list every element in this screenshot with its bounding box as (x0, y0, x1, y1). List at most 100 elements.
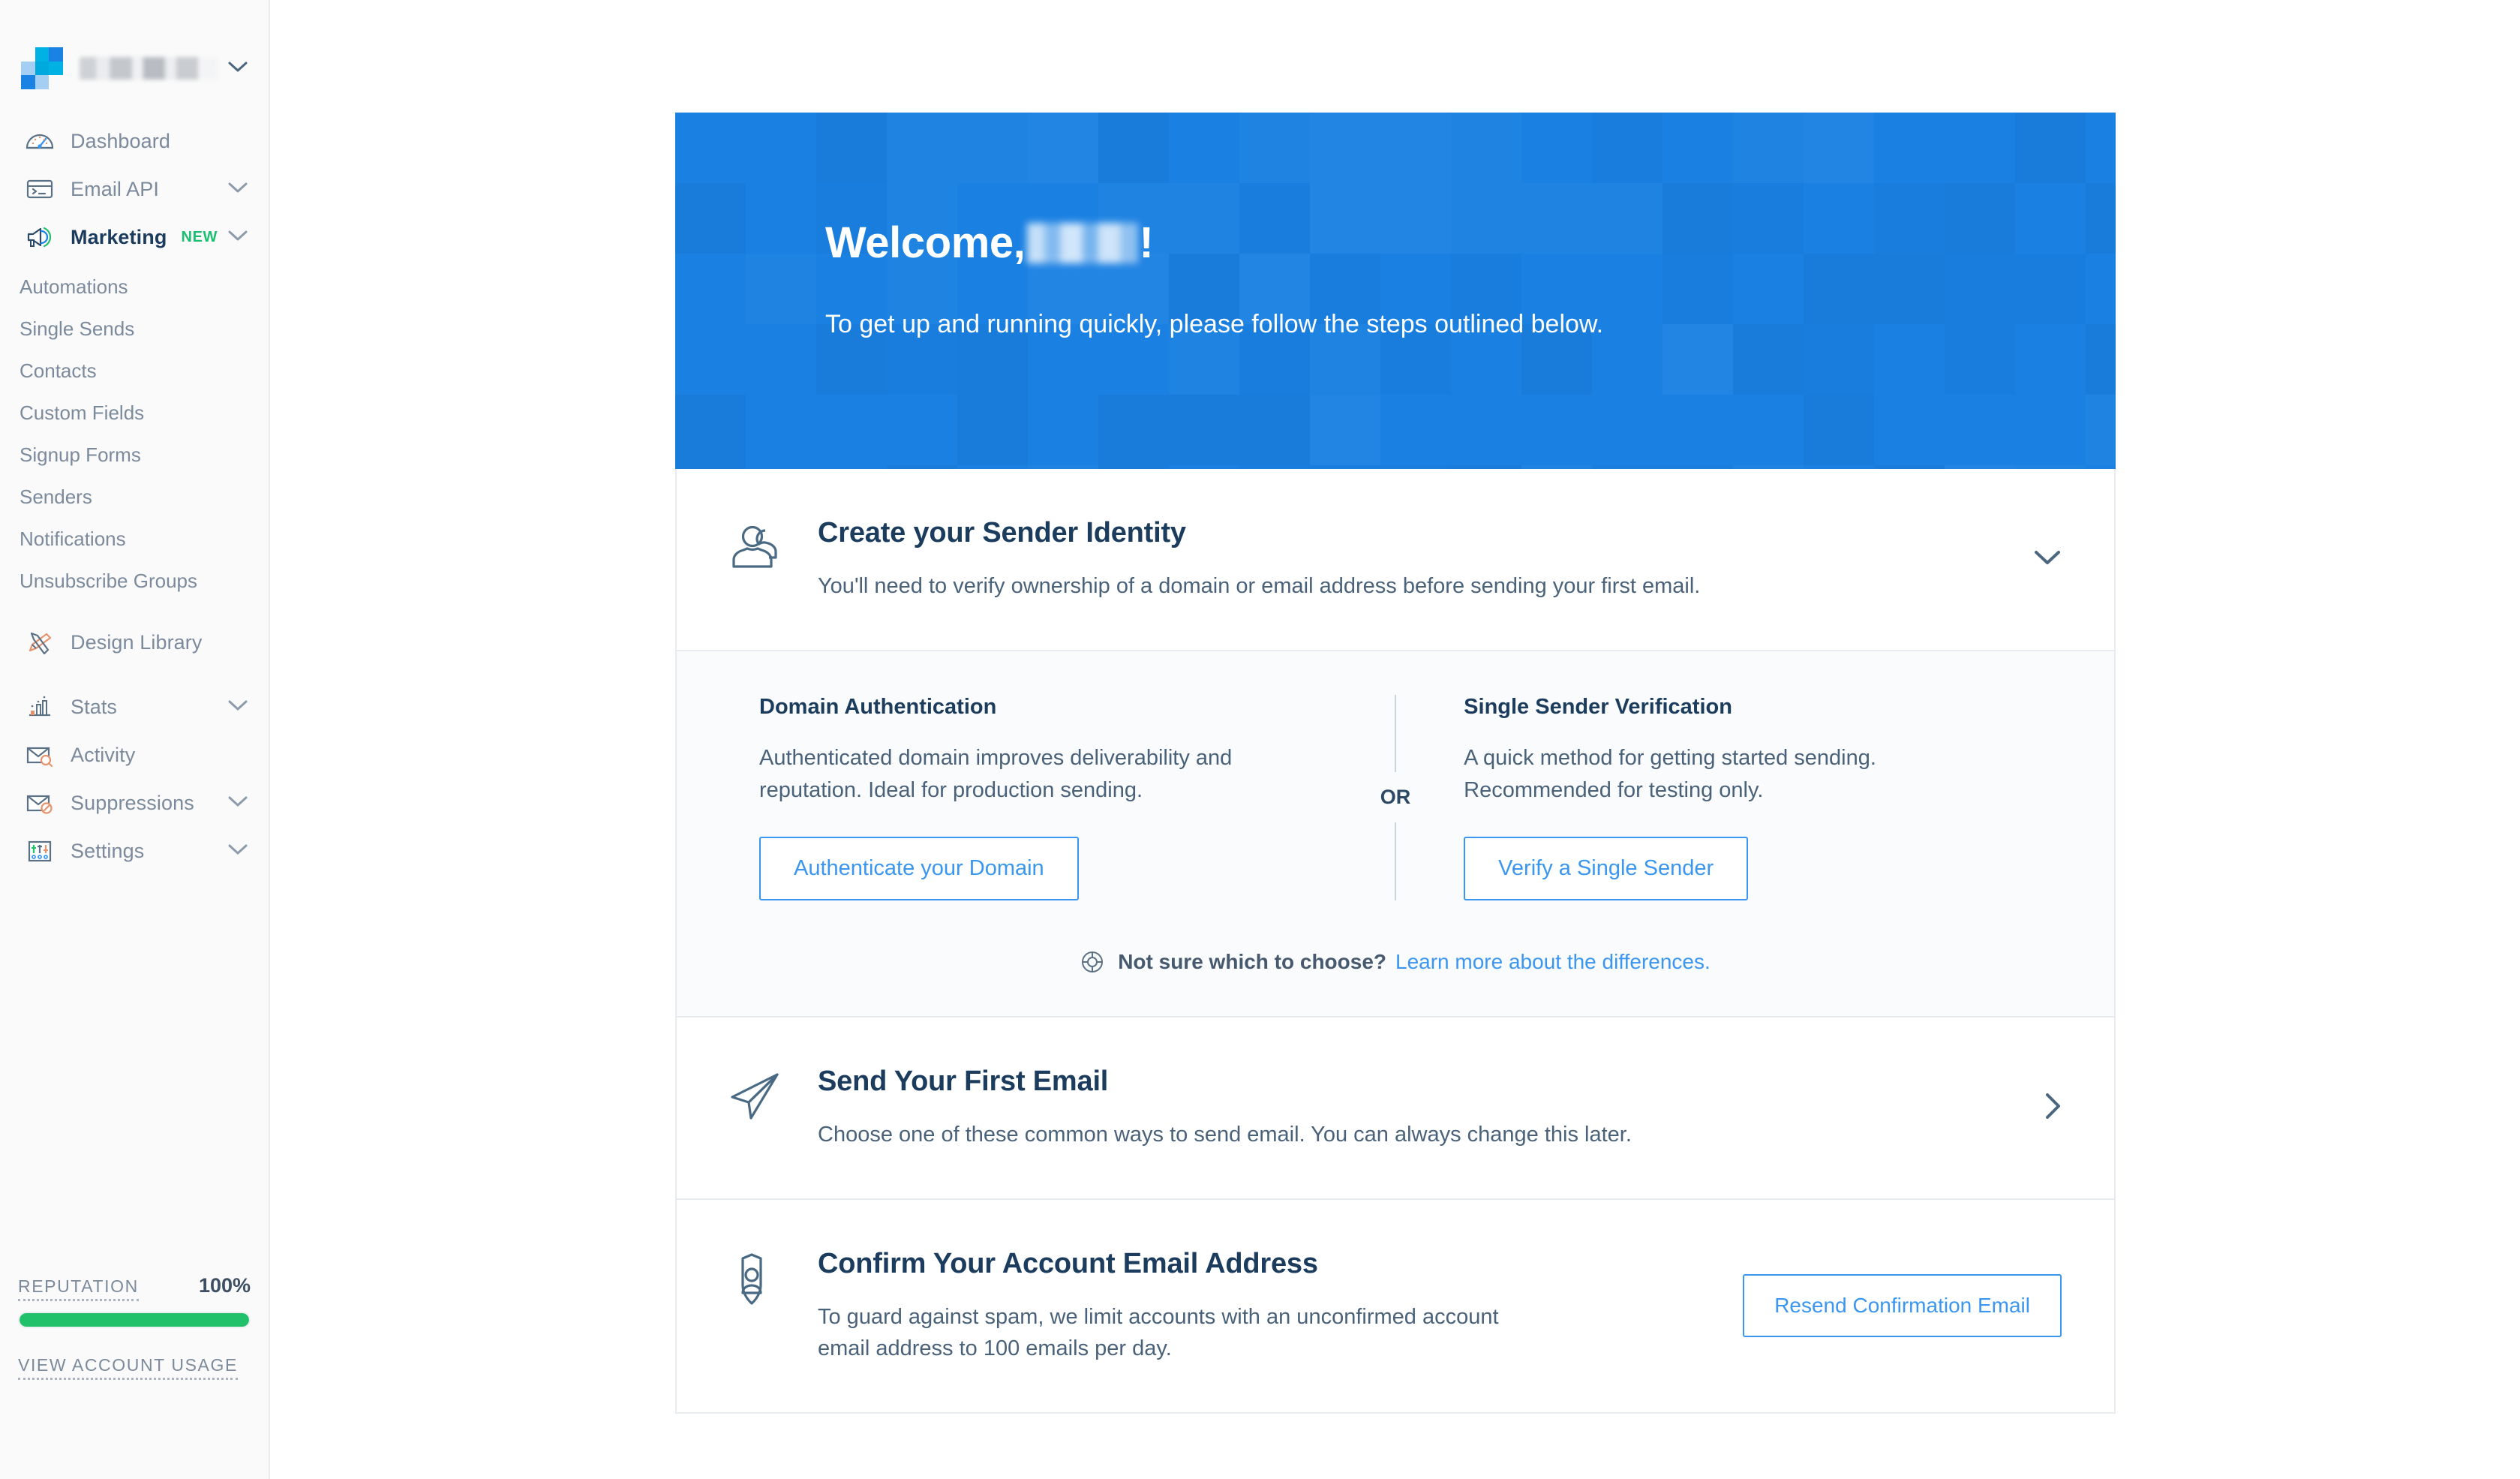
reputation-value: 100% (198, 1274, 251, 1297)
card-sender-identity: Create your Sender Identity You'll need … (675, 469, 2116, 652)
paper-plane-icon (726, 1066, 789, 1129)
confirm-email-header: Confirm Your Account Email Address To gu… (677, 1200, 2114, 1412)
reputation-progress-bar (18, 1312, 251, 1328)
confirm-email-action: Resend Confirmation Email (1713, 1274, 2062, 1338)
send-first-email-text: Send Your First Email Choose one of thes… (818, 1066, 2014, 1150)
sidebar-item-settings[interactable]: Settings (0, 827, 269, 875)
welcome-heading: Welcome, ! (825, 218, 2116, 268)
megaphone-icon (23, 220, 57, 254)
verify-single-sender-button[interactable]: Verify a Single Sender (1464, 836, 1749, 900)
authenticate-domain-button[interactable]: Authenticate your Domain (759, 836, 1079, 900)
sidebar-item-design-library[interactable]: Design Library (0, 618, 269, 666)
chevron-down-icon[interactable] (228, 61, 248, 77)
gauge-icon (23, 124, 57, 158)
sidebar-item-label: Dashboard (71, 129, 170, 152)
chevron-down-icon[interactable] (218, 843, 248, 859)
learn-more-link[interactable]: Learn more about the differences. (1395, 950, 1711, 974)
terminal-icon (23, 172, 57, 206)
welcome-banner: Welcome, ! To get up and running quickly… (675, 113, 2116, 469)
card-confirm-account-email: Confirm Your Account Email Address To gu… (675, 1199, 2116, 1414)
sidebar-subitem-signup-forms[interactable]: Signup Forms (0, 434, 269, 476)
sidebar-item-label: Settings (71, 839, 145, 862)
new-badge: NEW (181, 228, 218, 245)
card-send-first-email: Send Your First Email Choose one of thes… (675, 1017, 2116, 1200)
sidebar-subitem-single-sends[interactable]: Single Sends (0, 308, 269, 350)
send-first-email-header[interactable]: Send Your First Email Choose one of thes… (677, 1018, 2114, 1198)
confirm-email-text: Confirm Your Account Email Address To gu… (818, 1248, 1713, 1364)
divider-line-bottom (1394, 822, 1396, 900)
onboarding-container: Welcome, ! To get up and running quickly… (675, 0, 2116, 1414)
reputation-row: REPUTATION 100% (18, 1274, 251, 1301)
sidebar-subitem-unsubscribe-groups[interactable]: Unsubscribe Groups (0, 560, 269, 602)
account-name-redacted (80, 57, 218, 80)
user-name-redacted (1026, 222, 1138, 263)
sidebar-item-label: Activity (71, 743, 136, 766)
sender-identity-options: Domain Authentication Authenticated doma… (677, 695, 2114, 900)
sidebar-item-marketing[interactable]: Marketing NEW (0, 213, 269, 261)
sender-identity-text: Create your Sender Identity You'll need … (818, 517, 2003, 602)
option-domain-authentication: Domain Authentication Authenticated doma… (759, 695, 1327, 900)
card-description: You'll need to verify ownership of a dom… (818, 574, 1701, 598)
sidebar-subitem-senders[interactable]: Senders (0, 476, 269, 518)
option-body: Authenticated domain improves deliverabi… (759, 746, 1233, 802)
shield-person-icon (726, 1248, 789, 1318)
lifebuoy-icon (1080, 950, 1104, 974)
welcome-suffix: ! (1139, 218, 1154, 267)
card-title: Send Your First Email (818, 1065, 1109, 1097)
envelope-search-icon (23, 738, 57, 772)
account-switcher[interactable] (0, 0, 269, 90)
sidebar-item-email-api[interactable]: Email API (0, 165, 269, 213)
sidebar-subitem-contacts[interactable]: Contacts (0, 350, 269, 392)
option-heading: Single Sender Verification (1464, 695, 1732, 720)
card-description: To guard against spam, we limit accounts… (818, 1304, 1499, 1360)
chevron-down-icon[interactable] (2003, 549, 2062, 570)
chevron-down-icon[interactable] (218, 795, 248, 811)
card-title: Confirm Your Account Email Address (818, 1247, 1318, 1279)
sidebar-item-label: Stats (71, 695, 118, 718)
resend-confirmation-email-button[interactable]: Resend Confirmation Email (1743, 1274, 2062, 1338)
sidebar-item-label: Marketing (71, 225, 167, 248)
view-account-usage-link[interactable]: VIEW ACCOUNT USAGE (18, 1355, 238, 1380)
sendgrid-logo-icon (21, 47, 63, 89)
account-footer: REPUTATION 100% VIEW ACCOUNT USAGE (0, 1274, 269, 1380)
card-title: Create your Sender Identity (818, 517, 1186, 549)
sidebar-item-suppressions[interactable]: Suppressions (0, 779, 269, 827)
card-description: Choose one of these common ways to send … (818, 1122, 1632, 1147)
option-body: A quick method for getting started sendi… (1464, 746, 1876, 802)
reputation-label[interactable]: REPUTATION (18, 1276, 139, 1301)
sidebar-item-stats[interactable]: Stats (0, 683, 269, 731)
app-root: Dashboard Email API Marketing NEW Automa… (0, 0, 2520, 1479)
sidebar-item-label: Design Library (71, 630, 203, 654)
sender-identity-panel: Domain Authentication Authenticated doma… (675, 651, 2116, 1018)
sidebar-subitem-notifications[interactable]: Notifications (0, 518, 269, 560)
main-content: Welcome, ! To get up and running quickly… (270, 0, 2520, 1479)
chevron-right-icon[interactable] (2014, 1092, 2062, 1124)
welcome-subtitle: To get up and running quickly, please fo… (825, 310, 1604, 338)
sidebar-item-label: Suppressions (71, 791, 194, 814)
helper-row: Not sure which to choose? Learn more abo… (677, 950, 2114, 974)
envelope-block-icon (23, 786, 57, 820)
helper-question: Not sure which to choose? (1118, 949, 1387, 973)
divider-line-top (1394, 695, 1396, 773)
sidebar-subitem-custom-fields[interactable]: Custom Fields (0, 392, 269, 434)
chevron-down-icon[interactable] (218, 230, 248, 245)
option-heading: Domain Authentication (759, 695, 997, 720)
sliders-icon (23, 834, 57, 868)
sidebar: Dashboard Email API Marketing NEW Automa… (0, 0, 270, 1479)
chevron-down-icon[interactable] (218, 699, 248, 715)
welcome-prefix: Welcome, (825, 218, 1026, 267)
marketing-subnav: Automations Single Sends Contacts Custom… (0, 261, 269, 618)
chevron-down-icon[interactable] (218, 182, 248, 197)
sender-identity-header[interactable]: Create your Sender Identity You'll need … (677, 469, 2114, 650)
sidebar-nav: Dashboard Email API Marketing NEW Automa… (0, 117, 269, 875)
sidebar-subitem-automations[interactable]: Automations (0, 266, 269, 308)
or-label: OR (1380, 786, 1411, 809)
users-icon (726, 517, 789, 581)
reputation-progress-fill (20, 1313, 249, 1327)
option-single-sender-verification: Single Sender Verification A quick metho… (1464, 695, 2032, 900)
or-divider: OR (1327, 695, 1464, 900)
sidebar-item-dashboard[interactable]: Dashboard (0, 117, 269, 165)
sidebar-item-activity[interactable]: Activity (0, 731, 269, 779)
bar-chart-icon (23, 690, 57, 724)
